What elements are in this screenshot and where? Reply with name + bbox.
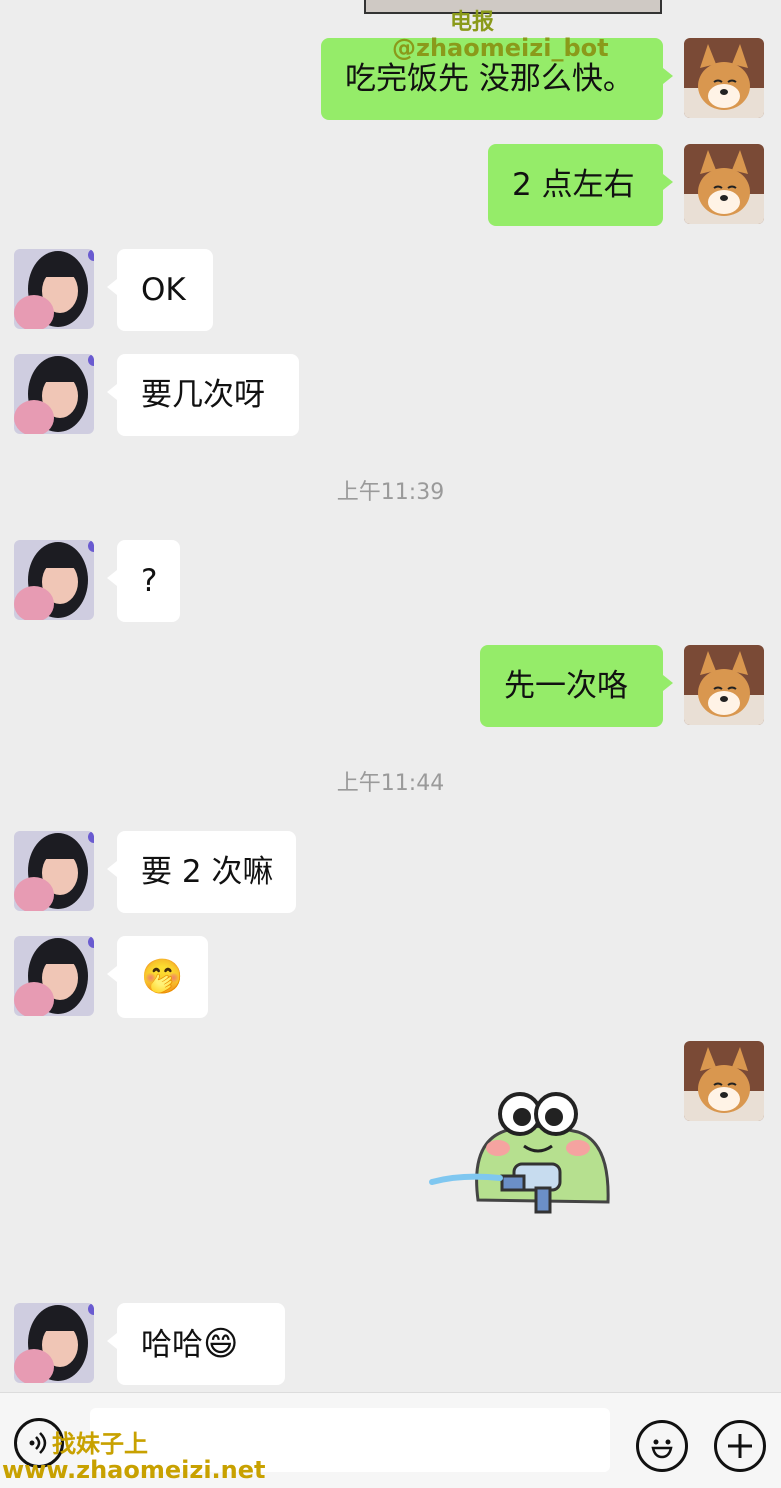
my-avatar[interactable] — [684, 144, 764, 224]
message-text: ? — [141, 563, 158, 599]
my-avatar[interactable] — [684, 645, 764, 725]
message-bubble-received[interactable]: OK — [107, 249, 213, 331]
watermark-top-line1: 电报 — [450, 10, 495, 35]
my-avatar[interactable] — [684, 38, 764, 118]
contact-avatar[interactable] — [14, 936, 94, 1016]
message-text: 要几次呀 — [141, 377, 265, 413]
my-avatar[interactable] — [684, 1041, 764, 1121]
frog-water-gun-sticker[interactable] — [428, 1090, 618, 1220]
plus-icon[interactable] — [714, 1420, 766, 1472]
hand-over-mouth-emoji: 🤭 — [141, 957, 184, 997]
smiley-icon[interactable] — [636, 1420, 688, 1472]
watermark-bottom-line2: www.zhaomeizi.net — [2, 1456, 266, 1484]
previous-image-message[interactable] — [364, 0, 662, 14]
message-bubble-received[interactable]: 要几次呀 — [107, 354, 299, 436]
message-text: 2 点左右 — [512, 167, 635, 203]
contact-avatar[interactable] — [14, 1303, 94, 1383]
contact-avatar[interactable] — [14, 249, 94, 329]
timestamp: 上午11:39 — [336, 480, 445, 505]
contact-avatar[interactable] — [14, 354, 94, 434]
grinning-emoji: 😄 — [203, 1324, 239, 1364]
message-text: OK — [141, 272, 186, 308]
message-bubble-sent[interactable]: 2 点左右 — [488, 144, 673, 226]
message-text: 吃完饭先 没那么快。 — [345, 61, 634, 97]
watermark-bottom-line1: 找妹子上 — [52, 1430, 148, 1458]
timestamp: 上午11:44 — [336, 771, 445, 796]
message-text: 先一次咯 — [504, 668, 628, 704]
message-bubble-received[interactable]: ? — [107, 540, 180, 622]
message-bubble-sent[interactable]: 先一次咯 — [480, 645, 673, 727]
message-bubble-received[interactable]: 🤭 — [107, 936, 208, 1018]
message-bubble-received[interactable]: 哈哈😄 — [107, 1303, 285, 1385]
contact-avatar[interactable] — [14, 540, 94, 620]
message-bubble-received[interactable]: 要 2 次嘛 — [107, 831, 296, 913]
watermark-top-line2: @zhaomeizi_bot — [392, 34, 609, 62]
message-text: 哈哈 — [141, 1327, 203, 1363]
contact-avatar[interactable] — [14, 831, 94, 911]
message-text: 要 2 次嘛 — [141, 854, 274, 890]
